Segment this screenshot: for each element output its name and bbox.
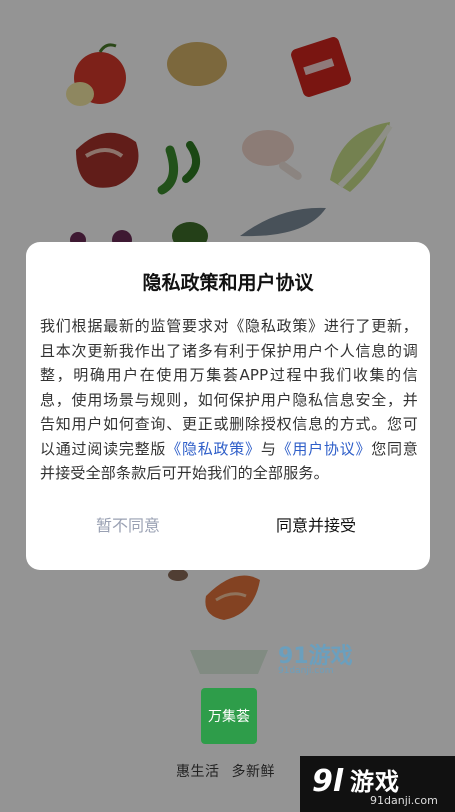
body-text-and: 与	[260, 439, 277, 458]
dialog-title: 隐私政策和用户协议	[142, 272, 314, 294]
watermark-bottom-name: 游戏	[350, 768, 400, 796]
app-logo: 万集荟	[201, 688, 257, 744]
app-logo-text: 万集荟	[208, 709, 250, 725]
decline-button[interactable]: 暂不同意	[96, 512, 160, 536]
privacy-policy-link[interactable]: 《隐私政策》	[166, 440, 261, 458]
slogan-part-2: 多新鲜	[231, 764, 275, 780]
watermark-bottom-url: 91danji.com	[370, 794, 438, 807]
dialog-body-text: 我们根据最新的监管要求对《隐私政策》进行了更新，且本次更新我作出了诸多有利于保护…	[40, 314, 418, 486]
user-agreement-link[interactable]: 《用户协议》	[277, 440, 372, 458]
watermark-bottom: 9l 游戏 91danji.com	[300, 756, 455, 812]
watermark-top: 91游戏 91danji.com	[278, 638, 353, 676]
accept-button[interactable]: 同意并接受	[276, 512, 356, 536]
app-slogan: 惠生活 多新鲜	[176, 761, 287, 781]
slogan-part-1: 惠生活	[176, 764, 220, 780]
watermark-bottom-mark: 9l	[312, 764, 344, 799]
body-text-part-1: 我们根据最新的监管要求对《隐私政策》进行了更新，且本次更新我作出了诸多有利于保护…	[40, 317, 418, 458]
privacy-dialog: 隐私政策和用户协议 我们根据最新的监管要求对《隐私政策》进行了更新，且本次更新我…	[26, 242, 430, 570]
